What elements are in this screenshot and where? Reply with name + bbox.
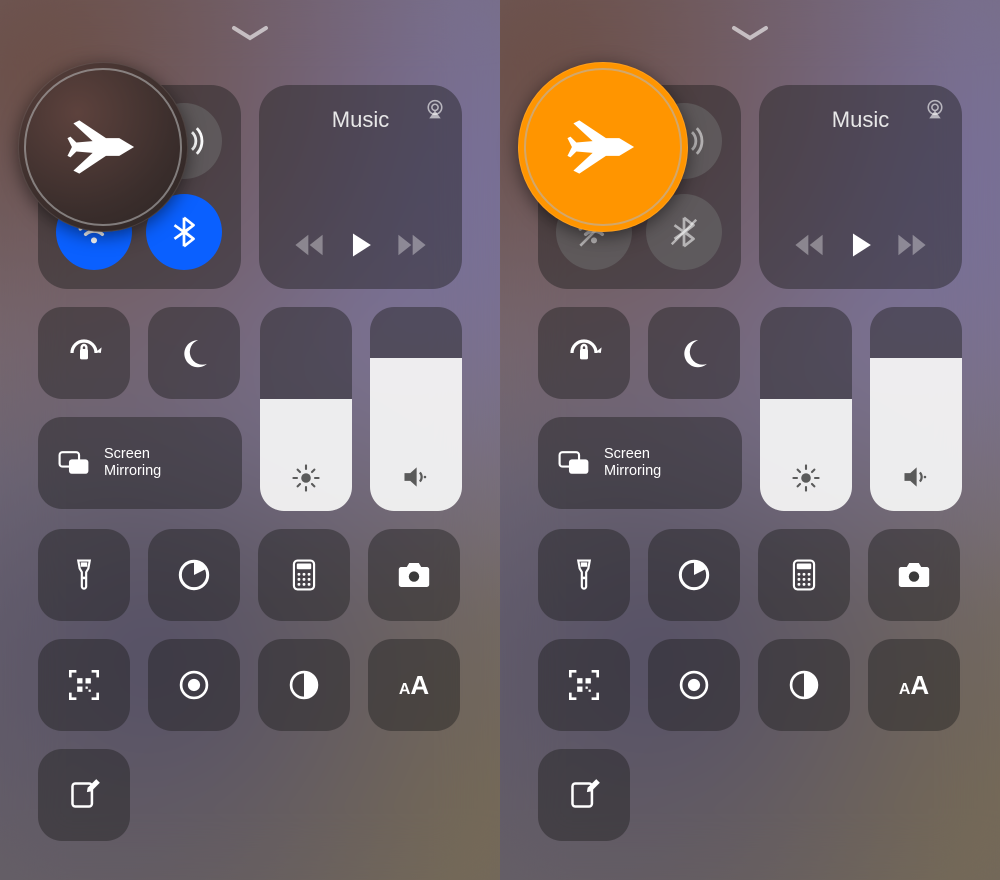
airplay-icon[interactable] (422, 97, 448, 129)
media-title: Music (779, 107, 942, 133)
dismiss-chevron-icon[interactable] (230, 24, 270, 44)
orientation-lock-toggle[interactable] (538, 307, 630, 399)
calculator-button[interactable] (758, 529, 850, 621)
text-size-button[interactable]: AA (868, 639, 960, 731)
play-button[interactable] (344, 229, 376, 266)
next-track-button[interactable] (395, 228, 429, 267)
media-panel[interactable]: Music (259, 85, 462, 289)
dismiss-chevron-icon[interactable] (730, 24, 770, 44)
calculator-button[interactable] (258, 529, 350, 621)
airplane-mode-magnified[interactable] (18, 62, 188, 232)
brightness-slider[interactable] (260, 307, 352, 511)
notes-button[interactable] (538, 749, 630, 841)
control-center-screenshot-left: Music Scre (0, 0, 500, 880)
previous-track-button[interactable] (792, 228, 826, 267)
camera-button[interactable] (368, 529, 460, 621)
do-not-disturb-toggle[interactable] (648, 307, 740, 399)
dark-mode-button[interactable] (258, 639, 350, 731)
notes-button[interactable] (38, 749, 130, 841)
play-button[interactable] (844, 229, 876, 266)
timer-button[interactable] (648, 529, 740, 621)
qr-scanner-button[interactable] (38, 639, 130, 731)
screen-mirroring-button[interactable]: Screen Mirroring (38, 417, 242, 509)
previous-track-button[interactable] (292, 228, 326, 267)
screen-record-button[interactable] (648, 639, 740, 731)
brightness-slider[interactable] (760, 307, 852, 511)
camera-button[interactable] (868, 529, 960, 621)
orientation-lock-toggle[interactable] (38, 307, 130, 399)
media-title: Music (279, 107, 442, 133)
next-track-button[interactable] (895, 228, 929, 267)
airplane-mode-magnified[interactable] (518, 62, 688, 232)
airplay-icon[interactable] (922, 97, 948, 129)
text-size-button[interactable]: AAAA (368, 639, 460, 731)
dark-mode-button[interactable] (758, 639, 850, 731)
flashlight-button[interactable] (38, 529, 130, 621)
volume-slider[interactable] (870, 307, 962, 511)
screen-mirroring-button[interactable]: Screen Mirroring (538, 417, 742, 509)
timer-button[interactable] (148, 529, 240, 621)
volume-slider[interactable] (370, 307, 462, 511)
media-panel[interactable]: Music (759, 85, 962, 289)
screen-mirroring-label: Screen Mirroring (604, 446, 661, 481)
flashlight-button[interactable] (538, 529, 630, 621)
do-not-disturb-toggle[interactable] (148, 307, 240, 399)
screen-record-button[interactable] (148, 639, 240, 731)
control-center-screenshot-right: Music Scre (500, 0, 1000, 880)
screen-mirroring-label: Screen Mirroring (104, 446, 161, 481)
qr-scanner-button[interactable] (538, 639, 630, 731)
